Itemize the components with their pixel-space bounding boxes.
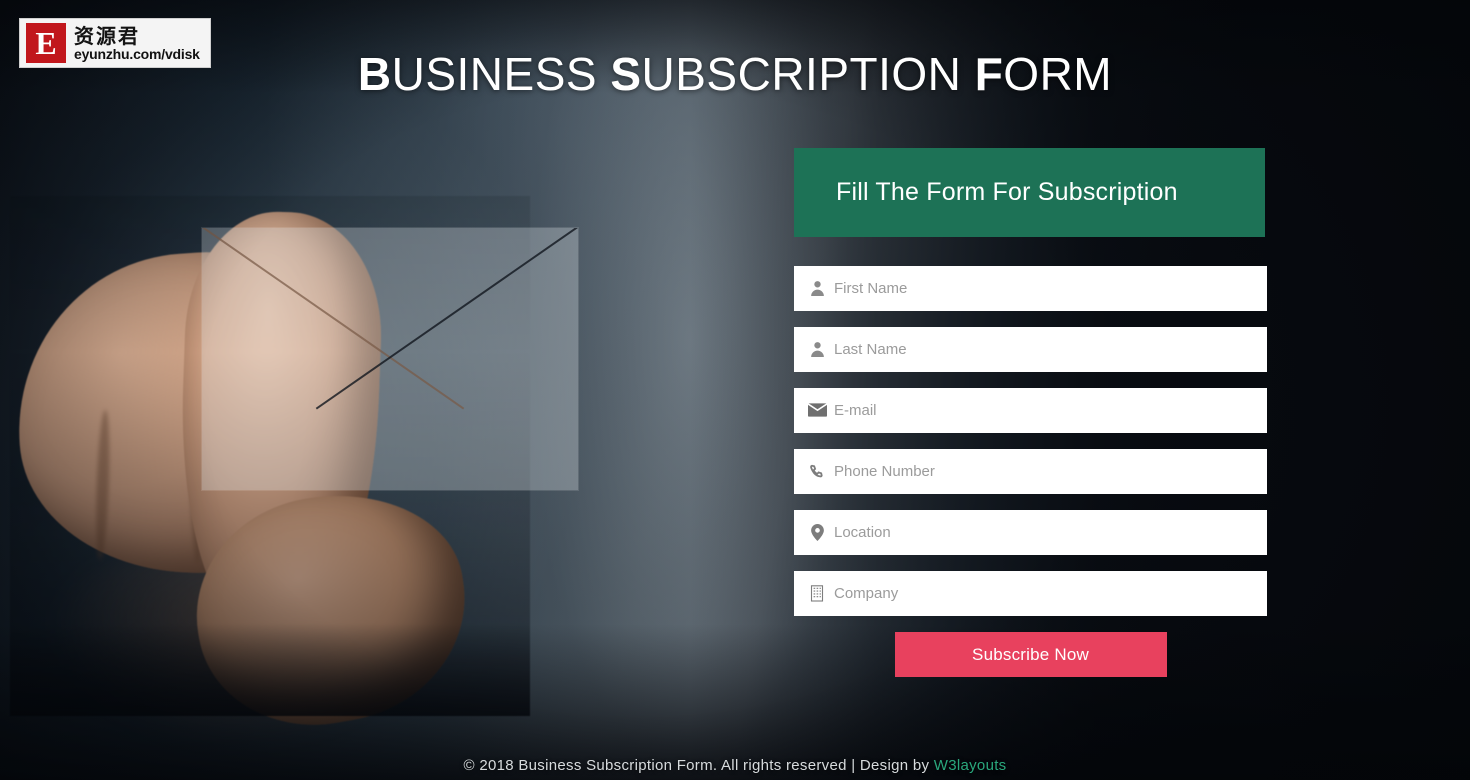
company-input[interactable] [832, 572, 1267, 615]
field-row-first-name[interactable] [794, 266, 1267, 311]
location-input[interactable] [832, 511, 1267, 554]
envelope-icon [794, 403, 832, 418]
form-fields [794, 266, 1267, 616]
watermark-logo: E 资源君 eyunzhu.com/vdisk [19, 18, 211, 68]
building-icon [794, 585, 832, 602]
watermark-letter-icon: E [26, 23, 66, 63]
title-cap-s: S [610, 48, 642, 100]
field-row-last-name[interactable] [794, 327, 1267, 372]
phone-input[interactable] [832, 450, 1267, 493]
watermark-url: eyunzhu.com/vdisk [74, 45, 200, 62]
map-pin-icon [794, 524, 832, 541]
watermark-brand-cn: 资源君 [74, 23, 140, 48]
title-cap-b: B [357, 48, 392, 100]
subscribe-now-button[interactable]: Subscribe Now [894, 632, 1167, 677]
form-banner: Fill The Form For Subscription [794, 148, 1265, 237]
user-icon [794, 280, 832, 297]
user-icon [794, 341, 832, 358]
field-row-phone[interactable] [794, 449, 1267, 494]
title-rest-form: ORM [1003, 48, 1113, 100]
field-row-company[interactable] [794, 571, 1267, 616]
footer-copyright-text: © 2018 Business Subscription Form. All r… [463, 757, 934, 774]
submit-row: Subscribe Now [794, 632, 1267, 677]
title-cap-f: F [974, 48, 1004, 100]
title-rest-business: USINESS [391, 48, 611, 100]
watermark-text: 资源君 eyunzhu.com/vdisk [74, 26, 200, 61]
footer-design-link[interactable]: W3layouts [934, 757, 1007, 774]
email-input[interactable] [832, 389, 1267, 432]
subscription-form: Fill The Form For Subscription First Nam… [794, 148, 1267, 677]
page-root: E 资源君 eyunzhu.com/vdisk BUSINESS SUBSCRI… [0, 0, 1470, 780]
field-row-email[interactable] [794, 388, 1267, 433]
last-name-input[interactable] [832, 328, 1267, 371]
title-rest-subscription: UBSCRIPTION [641, 48, 975, 100]
form-banner-title: Fill The Form For Subscription [836, 178, 1178, 206]
footer: © 2018 Business Subscription Form. All r… [0, 757, 1470, 774]
page-title: BUSINESS SUBSCRIPTION FORM [0, 47, 1470, 101]
phone-icon [794, 464, 832, 480]
field-row-location[interactable] [794, 510, 1267, 555]
first-name-input[interactable] [832, 267, 1267, 310]
